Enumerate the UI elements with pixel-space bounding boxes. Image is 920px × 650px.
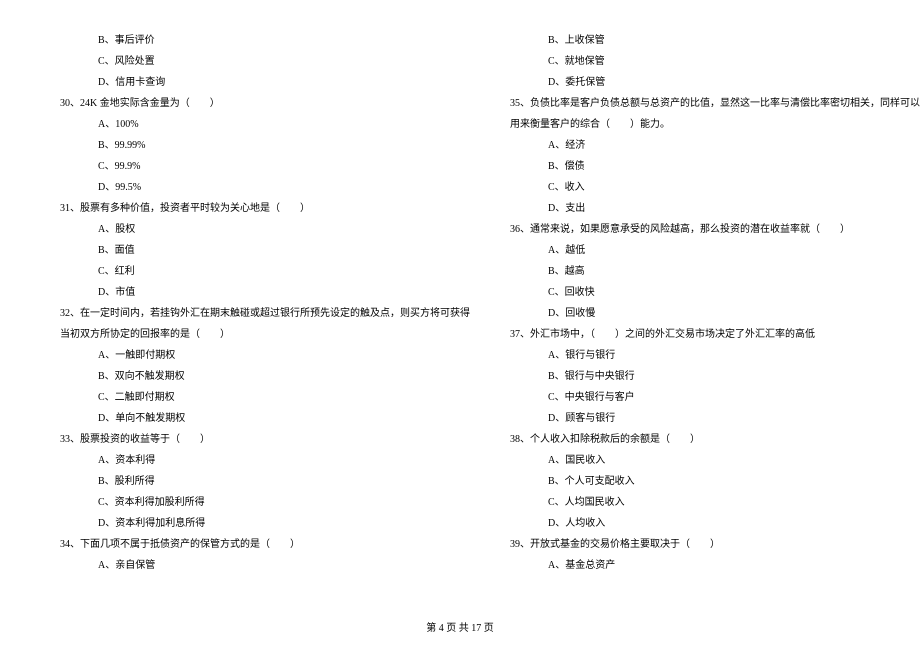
option-text: D、资本利得加利息所得 bbox=[60, 513, 470, 534]
option-text: D、顾客与银行 bbox=[510, 408, 920, 429]
option-text: B、越高 bbox=[510, 261, 920, 282]
option-text: C、二触即付期权 bbox=[60, 387, 470, 408]
option-text: C、收入 bbox=[510, 177, 920, 198]
option-text: D、信用卡查询 bbox=[60, 72, 470, 93]
question-30: 30、24K 金地实际含金量为（ ） bbox=[60, 93, 470, 114]
option-text: A、亲自保管 bbox=[60, 555, 470, 576]
option-text: B、股利所得 bbox=[60, 471, 470, 492]
option-text: D、支出 bbox=[510, 198, 920, 219]
question-32-line2: 当初双方所协定的回报率的是（ ） bbox=[60, 324, 470, 345]
option-text: B、面值 bbox=[60, 240, 470, 261]
option-text: B、双向不触发期权 bbox=[60, 366, 470, 387]
option-text: C、99.9% bbox=[60, 156, 470, 177]
question-38: 38、个人收入扣除税款后的余额是（ ） bbox=[510, 429, 920, 450]
option-text: C、风险处置 bbox=[60, 51, 470, 72]
question-34: 34、下面几项不属于抵债资产的保管方式的是（ ） bbox=[60, 534, 470, 555]
option-text: A、基金总资产 bbox=[510, 555, 920, 576]
page-footer: 第 4 页 共 17 页 bbox=[0, 619, 920, 634]
option-text: A、100% bbox=[60, 114, 470, 135]
left-column: B、事后评价 C、风险处置 D、信用卡查询 30、24K 金地实际含金量为（ ）… bbox=[60, 30, 470, 610]
option-text: D、委托保管 bbox=[510, 72, 920, 93]
question-32-line1: 32、在一定时间内，若挂钩外汇在期末触碰或超过银行所预先设定的触及点，则买方将可… bbox=[60, 303, 470, 324]
option-text: B、偿债 bbox=[510, 156, 920, 177]
question-31: 31、股票有多种价值，投资者平时较为关心地是（ ） bbox=[60, 198, 470, 219]
question-37: 37、外汇市场中，（ ）之间的外汇交易市场决定了外汇汇率的高低 bbox=[510, 324, 920, 345]
right-column: B、上收保管 C、就地保管 D、委托保管 35、负债比率是客户负债总额与总资产的… bbox=[510, 30, 920, 610]
option-text: B、银行与中央银行 bbox=[510, 366, 920, 387]
option-text: D、回收慢 bbox=[510, 303, 920, 324]
option-text: B、99.99% bbox=[60, 135, 470, 156]
question-36: 36、通常来说，如果愿意承受的风险越高，那么投资的潜在收益率就（ ） bbox=[510, 219, 920, 240]
option-text: D、单向不触发期权 bbox=[60, 408, 470, 429]
option-text: B、上收保管 bbox=[510, 30, 920, 51]
option-text: D、人均收入 bbox=[510, 513, 920, 534]
option-text: A、股权 bbox=[60, 219, 470, 240]
option-text: B、事后评价 bbox=[60, 30, 470, 51]
option-text: D、99.5% bbox=[60, 177, 470, 198]
option-text: A、资本利得 bbox=[60, 450, 470, 471]
question-39: 39、开放式基金的交易价格主要取决于（ ） bbox=[510, 534, 920, 555]
option-text: C、就地保管 bbox=[510, 51, 920, 72]
option-text: C、资本利得加股利所得 bbox=[60, 492, 470, 513]
option-text: C、中央银行与客户 bbox=[510, 387, 920, 408]
option-text: C、人均国民收入 bbox=[510, 492, 920, 513]
option-text: C、回收快 bbox=[510, 282, 920, 303]
option-text: A、一触即付期权 bbox=[60, 345, 470, 366]
option-text: A、国民收入 bbox=[510, 450, 920, 471]
question-35-line1: 35、负债比率是客户负债总额与总资产的比值，显然这一比率与清偿比率密切相关，同样… bbox=[510, 93, 920, 114]
option-text: A、越低 bbox=[510, 240, 920, 261]
question-33: 33、股票投资的收益等于（ ） bbox=[60, 429, 470, 450]
option-text: A、银行与银行 bbox=[510, 345, 920, 366]
content-columns: B、事后评价 C、风险处置 D、信用卡查询 30、24K 金地实际含金量为（ ）… bbox=[60, 30, 860, 610]
option-text: D、市值 bbox=[60, 282, 470, 303]
option-text: C、红利 bbox=[60, 261, 470, 282]
question-35-line2: 用来衡量客户的综合（ ）能力。 bbox=[510, 114, 920, 135]
option-text: B、个人可支配收入 bbox=[510, 471, 920, 492]
option-text: A、经济 bbox=[510, 135, 920, 156]
